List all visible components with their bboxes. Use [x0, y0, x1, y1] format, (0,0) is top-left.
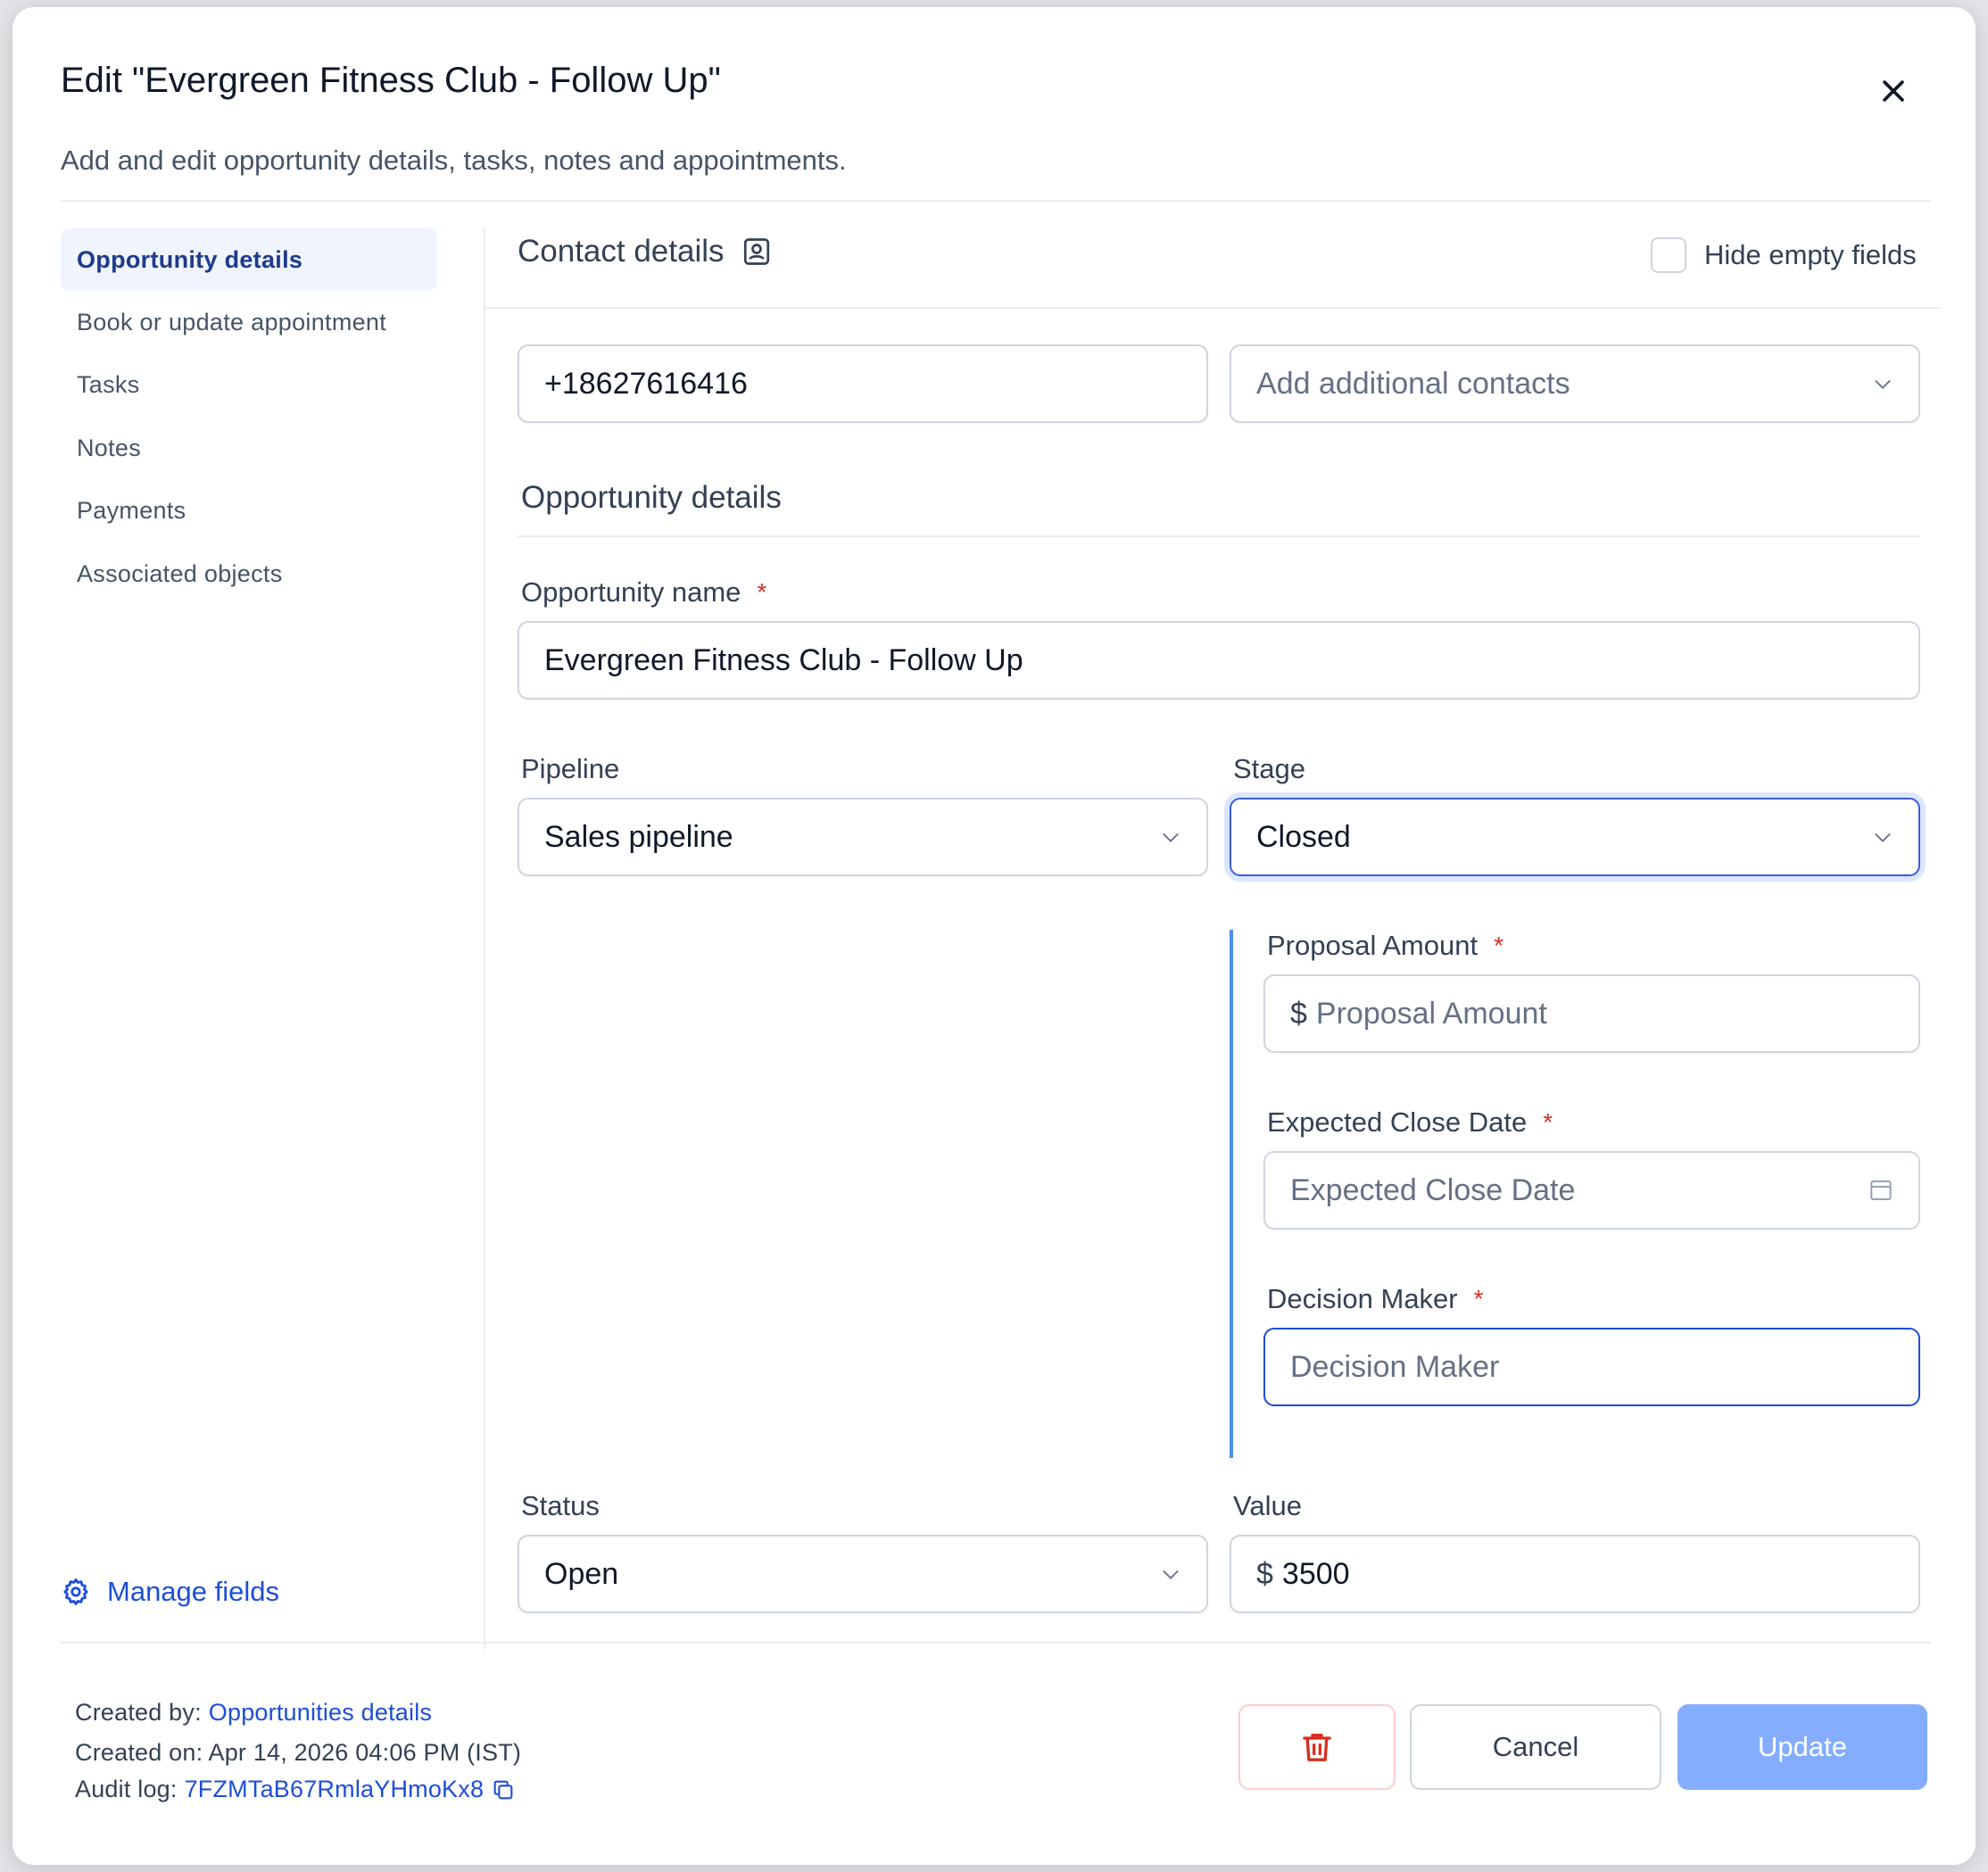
sidebar-item-opportunity-details[interactable]: Opportunity details — [61, 228, 437, 291]
pipeline-value: Sales pipeline — [544, 819, 733, 854]
created-by-label: Created by: — [75, 1699, 202, 1726]
chevron-down-icon — [1875, 832, 1891, 842]
update-button[interactable]: Update — [1677, 1704, 1927, 1790]
phone-value: +18627616416 — [544, 366, 748, 401]
chevron-down-icon — [1163, 832, 1179, 842]
proposal-amount-label: Proposal Amount * — [1267, 930, 1503, 962]
delete-button[interactable] — [1238, 1704, 1396, 1790]
sidebar-item-associated-objects[interactable]: Associated objects — [61, 543, 437, 605]
audit-log-label: Audit log: — [75, 1776, 178, 1802]
contact-details-title: Contact details — [518, 234, 725, 269]
header-divider — [61, 200, 1931, 202]
required-marker: * — [757, 578, 767, 606]
proposal-amount-label-text: Proposal Amount — [1267, 930, 1479, 961]
stage-label: Stage — [1233, 753, 1305, 785]
expected-close-date-placeholder: Expected Close Date — [1290, 1172, 1576, 1207]
hide-empty-fields-label: Hide empty fields — [1704, 239, 1917, 270]
created-by-link[interactable]: Opportunities details — [209, 1699, 432, 1727]
required-marker: * — [1473, 1285, 1484, 1313]
status-select[interactable]: Open — [518, 1535, 1208, 1613]
pipeline-label-text: Pipeline — [521, 753, 620, 784]
stage-label-text: Stage — [1233, 753, 1306, 784]
stage-fields-accent-bar — [1230, 930, 1233, 1458]
value-amount: 3500 — [1281, 1556, 1350, 1591]
status-value: Open — [544, 1556, 619, 1591]
stage-select[interactable]: Closed — [1230, 798, 1920, 876]
footer-divider — [61, 1642, 1931, 1644]
pipeline-label: Pipeline — [521, 753, 619, 785]
opportunity-name-value: Evergreen Fitness Club - Follow Up — [544, 642, 1023, 677]
audit-log: Audit log: 7FZMTaB67RmlaYHmoKx8 — [75, 1776, 516, 1803]
contact-details-heading: Contact details — [518, 234, 773, 269]
status-label-text: Status — [521, 1490, 600, 1521]
sidebar-item-payments[interactable]: Payments — [61, 479, 437, 542]
contact-divider — [485, 307, 1940, 309]
sidebar-divider — [484, 228, 485, 1649]
decision-maker-input[interactable]: Decision Maker — [1263, 1328, 1920, 1406]
calendar-icon[interactable] — [1867, 1176, 1895, 1205]
opportunity-name-input[interactable]: Evergreen Fitness Club - Follow Up — [518, 621, 1920, 700]
gear-icon — [63, 1578, 88, 1605]
sidebar-item-tasks[interactable]: Tasks — [61, 353, 437, 416]
created-on: Created on: Apr 14, 2026 04:06 PM (IST) — [75, 1739, 521, 1767]
chevron-down-icon — [1163, 1570, 1179, 1579]
trash-icon — [1303, 1734, 1331, 1761]
expected-close-date-input[interactable]: Expected Close Date — [1263, 1151, 1920, 1230]
required-marker: * — [1494, 932, 1503, 959]
copy-icon[interactable] — [491, 1777, 516, 1802]
expected-close-date-label-text: Expected Close Date — [1267, 1106, 1528, 1138]
phone-field[interactable]: +18627616416 — [518, 344, 1208, 423]
currency-prefix: $ — [1256, 1556, 1273, 1591]
audit-log-link[interactable]: 7FZMTaB67RmlaYHmoKx8 — [185, 1776, 485, 1803]
opportunity-details-title: Opportunity details — [521, 480, 782, 515]
created-on-text: Created on: Apr 14, 2026 04:06 PM (IST) — [75, 1739, 522, 1766]
proposal-amount-placeholder: Proposal Amount — [1315, 996, 1547, 1031]
decision-maker-label-text: Decision Maker — [1267, 1283, 1458, 1314]
hide-empty-fields-toggle[interactable]: Hide empty fields — [1651, 237, 1917, 273]
expected-close-date-label: Expected Close Date * — [1267, 1106, 1553, 1139]
edit-opportunity-modal: Edit "Evergreen Fitness Club - Follow Up… — [12, 7, 1976, 1865]
additional-contacts-placeholder: Add additional contacts — [1256, 366, 1570, 401]
manage-fields-label: Manage fields — [107, 1576, 280, 1607]
additional-contacts-select[interactable]: Add additional contacts — [1230, 344, 1920, 423]
created-by: Created by: Opportunities details — [75, 1699, 432, 1727]
currency-prefix: $ — [1290, 996, 1307, 1031]
cancel-button[interactable]: Cancel — [1410, 1704, 1661, 1790]
pipeline-select[interactable]: Sales pipeline — [518, 798, 1208, 876]
contact-card-icon — [743, 238, 769, 265]
value-label-text: Value — [1233, 1490, 1302, 1521]
decision-maker-label: Decision Maker * — [1267, 1283, 1484, 1315]
chevron-down-icon — [1875, 379, 1891, 389]
opportunity-divider — [518, 535, 1920, 537]
status-label: Status — [521, 1490, 600, 1522]
close-button[interactable] — [1868, 66, 1918, 116]
hide-empty-fields-checkbox[interactable] — [1651, 237, 1686, 273]
modal-subtitle: Add and edit opportunity details, tasks,… — [61, 145, 847, 176]
required-marker: * — [1543, 1108, 1553, 1136]
close-icon — [1883, 80, 1904, 102]
stage-value: Closed — [1256, 819, 1351, 854]
opportunity-details-heading: Opportunity details — [521, 480, 782, 516]
manage-fields-link[interactable]: Manage fields — [61, 1576, 279, 1608]
opportunity-name-label: Opportunity name * — [521, 576, 766, 609]
opportunity-name-label-text: Opportunity name — [521, 576, 741, 608]
proposal-amount-input[interactable]: $ Proposal Amount — [1263, 974, 1920, 1053]
modal-title: Edit "Evergreen Fitness Club - Follow Up… — [61, 61, 721, 100]
sidebar-item-book-appointment[interactable]: Book or update appointment — [61, 291, 437, 353]
sidebar-item-notes[interactable]: Notes — [61, 417, 437, 479]
decision-maker-placeholder: Decision Maker — [1290, 1349, 1500, 1384]
value-input[interactable]: $ 3500 — [1230, 1535, 1920, 1613]
value-label: Value — [1233, 1490, 1302, 1522]
